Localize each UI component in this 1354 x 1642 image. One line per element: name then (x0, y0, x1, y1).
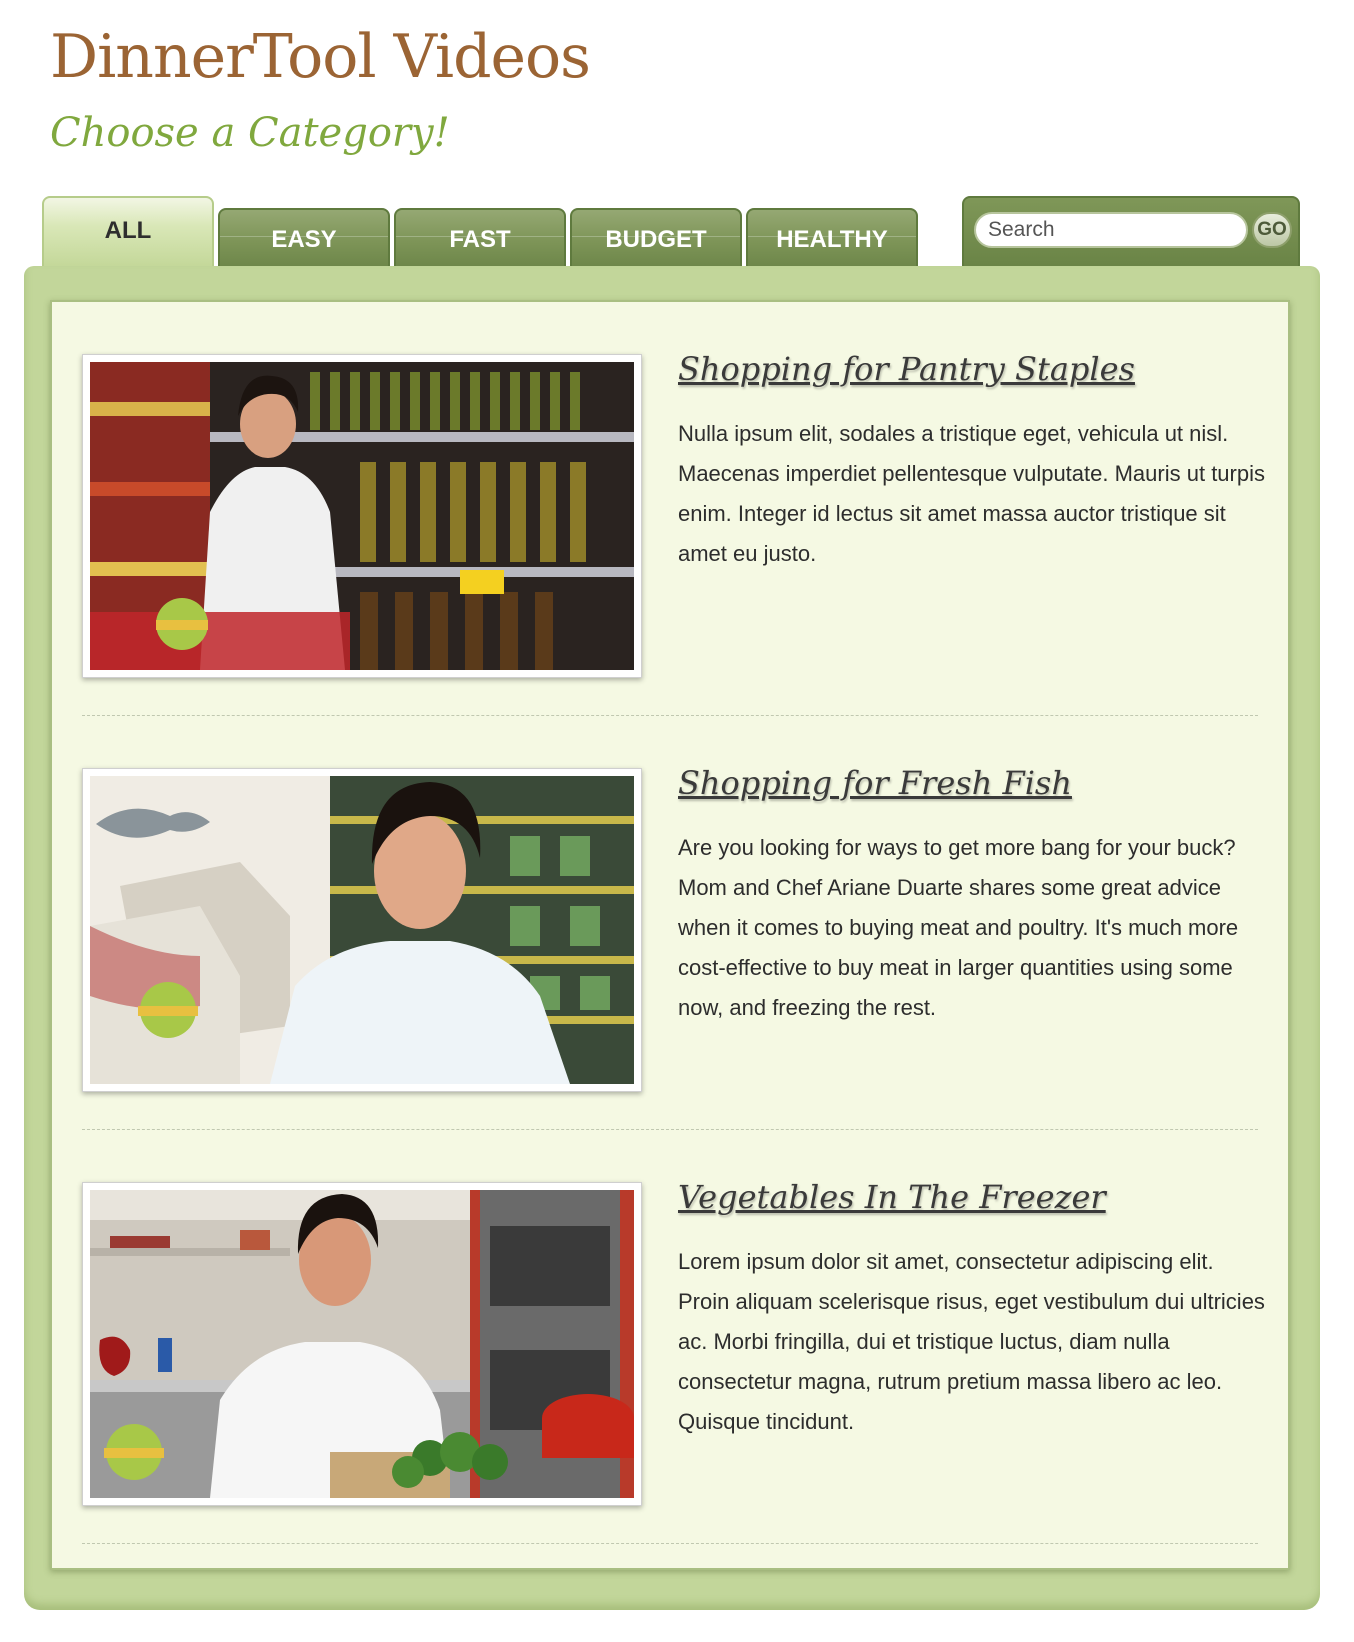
video-description: Are you looking for ways to get more ban… (678, 835, 1239, 1020)
video-title-link[interactable]: Vegetables In The Freezer (678, 1178, 1106, 1216)
video-item: Shopping for Pantry Staples Nulla ipsum … (52, 302, 1288, 716)
tab-easy[interactable]: EASY (218, 208, 390, 266)
video-description: Lorem ipsum dolor sit amet, consectetur … (678, 1249, 1265, 1434)
tab-budget[interactable]: BUDGET (570, 208, 742, 266)
go-button[interactable]: GO (1252, 212, 1292, 248)
video-thumbnail[interactable] (82, 354, 642, 678)
video-title-link[interactable]: Shopping for Fresh Fish (678, 764, 1072, 802)
video-description: Nulla ipsum elit, sodales a tristique eg… (678, 421, 1265, 566)
video-thumbnail[interactable] (82, 768, 642, 1092)
video-thumbnail[interactable] (82, 1182, 642, 1506)
search-input[interactable] (974, 212, 1248, 248)
search-bar: GO (962, 196, 1300, 266)
tab-all[interactable]: ALL (42, 196, 214, 268)
video-title-link[interactable]: Shopping for Pantry Staples (678, 350, 1135, 388)
kitchen-vegetables-thumbnail-image (90, 1190, 634, 1498)
content-panel: Shopping for Pantry Staples Nulla ipsum … (24, 266, 1320, 1610)
video-item: Vegetables In The Freezer Lorem ipsum do… (52, 1130, 1288, 1544)
tab-label: FAST (449, 226, 511, 253)
tab-label: EASY (271, 226, 337, 253)
video-item: Shopping for Fresh Fish Are you looking … (52, 716, 1288, 1130)
tab-label: HEALTHY (776, 226, 888, 253)
tab-fast[interactable]: FAST (394, 208, 566, 266)
page-subtitle: Choose a Category! (50, 110, 450, 156)
tab-label: BUDGET (605, 226, 707, 253)
tab-label: ALL (104, 217, 152, 244)
grocery-aisle-thumbnail-image (90, 362, 634, 670)
tab-healthy[interactable]: HEALTHY (746, 208, 918, 266)
site-title: DinnerTool Videos (50, 22, 591, 92)
fish-counter-thumbnail-image (90, 776, 634, 1084)
video-list: Shopping for Pantry Staples Nulla ipsum … (50, 300, 1290, 1570)
